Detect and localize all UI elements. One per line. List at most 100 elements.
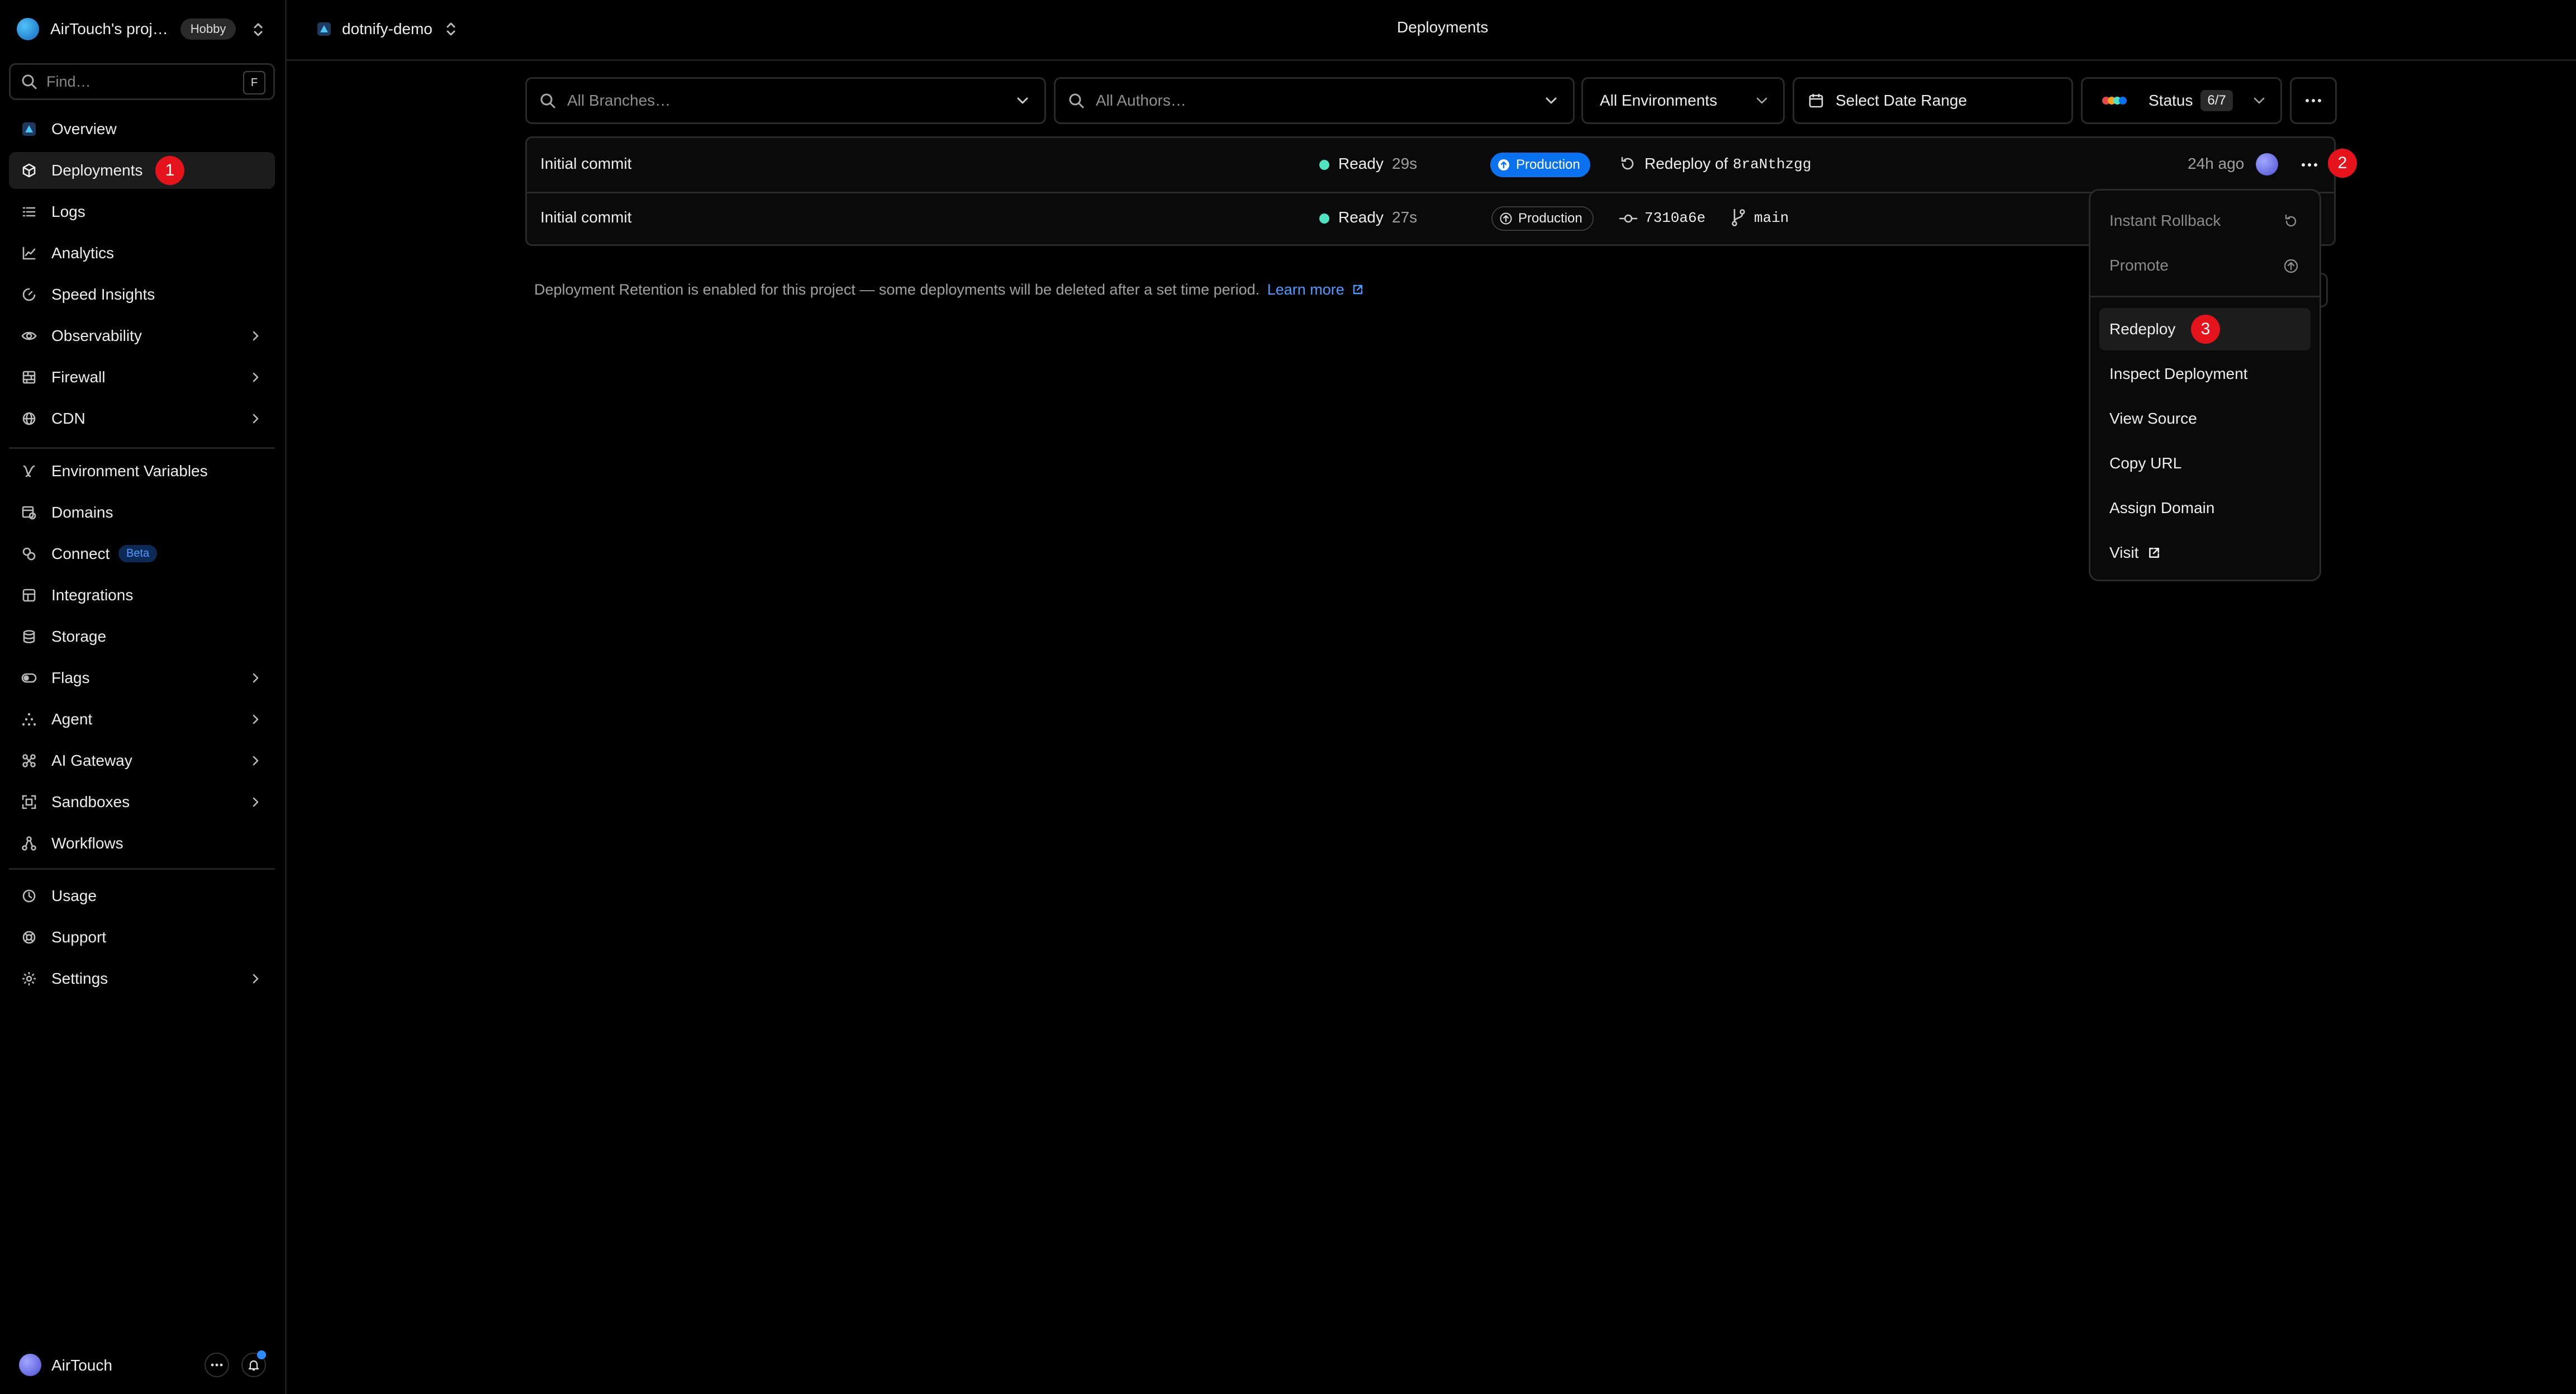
search-icon bbox=[1068, 92, 1085, 109]
menu-item-label: Instant Rollback bbox=[2109, 212, 2221, 229]
more-options-button[interactable] bbox=[205, 1353, 229, 1377]
menu-item-promote[interactable]: Promote bbox=[2099, 244, 2311, 287]
row-actions-button[interactable] bbox=[2298, 154, 2321, 176]
chevron-right-icon bbox=[249, 412, 262, 425]
sidebar-item-label: Observability bbox=[51, 327, 142, 344]
sidebar-item-label: Logs bbox=[51, 203, 85, 220]
sidebar-item-workflows[interactable]: Workflows bbox=[9, 825, 275, 862]
menu-item-visit[interactable]: Visit bbox=[2099, 532, 2311, 574]
status-ready-dot bbox=[1319, 160, 1329, 170]
search-icon bbox=[21, 73, 37, 90]
project-switcher[interactable]: dotnify-demo bbox=[316, 15, 458, 44]
notification-dot bbox=[257, 1350, 266, 1359]
sidebar-item-settings[interactable]: Settings bbox=[9, 960, 275, 997]
build-duration: 29s bbox=[1392, 155, 1418, 172]
search-placeholder: Find… bbox=[46, 73, 91, 90]
sidebar-item-label: Deployments bbox=[51, 162, 143, 179]
sidebar-item-overview[interactable]: Overview bbox=[9, 111, 275, 148]
sidebar-item-speed-insights[interactable]: Speed Insights bbox=[9, 276, 275, 313]
search-input[interactable]: Find… F bbox=[9, 63, 275, 100]
date-range-picker[interactable]: Select Date Range bbox=[1793, 77, 2073, 124]
menu-item-view-source[interactable]: View Source bbox=[2099, 397, 2311, 440]
sidebar-item-agent[interactable]: Agent bbox=[9, 701, 275, 738]
workflow-icon bbox=[21, 836, 37, 851]
search-shortcut: F bbox=[243, 71, 265, 94]
domain-icon bbox=[21, 505, 37, 520]
sidebar-item-environment-variables[interactable]: Environment Variables bbox=[9, 453, 275, 490]
sidebar-item-label: Speed Insights bbox=[51, 286, 155, 303]
notifications-button[interactable] bbox=[241, 1350, 266, 1377]
menu-item-redeploy[interactable]: Redeploy 3 bbox=[2099, 308, 2311, 350]
source-deployment-id[interactable]: 8raNthzgg bbox=[1733, 156, 1811, 173]
chevron-down-icon bbox=[1015, 95, 1030, 106]
toggle-icon bbox=[21, 670, 37, 686]
sidebar-item-label: Firewall bbox=[51, 368, 106, 386]
menu-item-inspect-deployment[interactable]: Inspect Deployment bbox=[2099, 353, 2311, 395]
status-colors-icon bbox=[2100, 95, 2130, 106]
step-marker: 2 bbox=[2328, 149, 2357, 178]
sidebar-item-ai-gateway[interactable]: AI Gateway bbox=[9, 742, 275, 779]
sidebar-item-analytics[interactable]: Analytics bbox=[9, 235, 275, 272]
menu-item-copy-url[interactable]: Copy URL bbox=[2099, 442, 2311, 485]
sidebar-item-sandboxes[interactable]: Sandboxes bbox=[9, 784, 275, 821]
sidebar-item-flags[interactable]: Flags bbox=[9, 660, 275, 696]
chevron-right-icon bbox=[249, 672, 262, 684]
step-marker: 3 bbox=[2191, 315, 2220, 344]
sidebar-item-logs[interactable]: Logs bbox=[9, 193, 275, 230]
sidebar-item-label: Support bbox=[51, 928, 107, 946]
menu-item-label: View Source bbox=[2109, 410, 2197, 427]
menu-item-label: Copy URL bbox=[2109, 454, 2182, 472]
environments-filter[interactable]: All Environments bbox=[1581, 77, 1785, 124]
sidebar-item-integrations[interactable]: Integrations bbox=[9, 577, 275, 614]
menu-item-label: Assign Domain bbox=[2109, 499, 2215, 516]
table-row[interactable]: Initial commit Ready 27s Production 7310… bbox=[527, 193, 2334, 246]
chevron-right-icon bbox=[249, 713, 262, 726]
sidebar-item-connect[interactable]: Connect Beta bbox=[9, 535, 275, 572]
chevron-right-icon bbox=[249, 371, 262, 383]
sidebar-item-label: Storage bbox=[51, 628, 107, 645]
chevron-right-icon bbox=[249, 973, 262, 985]
sidebar-item-storage[interactable]: Storage bbox=[9, 618, 275, 655]
status-count: 6/7 bbox=[2200, 90, 2233, 111]
commit-message: Initial commit bbox=[540, 208, 632, 226]
gear-icon bbox=[21, 971, 37, 987]
beta-badge: Beta bbox=[118, 545, 158, 562]
menu-item-label: Promote bbox=[2109, 257, 2169, 274]
sidebar-item-observability[interactable]: Observability bbox=[9, 317, 275, 354]
list-icon bbox=[21, 204, 37, 220]
sidebar-item-support[interactable]: Support bbox=[9, 919, 275, 956]
menu-item-assign-domain[interactable]: Assign Domain bbox=[2099, 487, 2311, 529]
sandbox-icon bbox=[21, 794, 37, 810]
menu-item-label: Visit bbox=[2109, 544, 2139, 561]
production-icon bbox=[1499, 212, 1513, 225]
sidebar-item-label: Environment Variables bbox=[51, 462, 208, 480]
sidebar-item-label: AI Gateway bbox=[51, 752, 132, 769]
user-name: AirTouch bbox=[51, 1357, 112, 1374]
team-switcher[interactable]: AirTouch's proj… Hobby bbox=[17, 15, 274, 44]
rollback-icon bbox=[2283, 213, 2299, 230]
branches-filter[interactable]: All Branches… bbox=[525, 77, 1046, 124]
status-label: Status bbox=[2149, 92, 2193, 109]
branch-name[interactable]: main bbox=[1754, 210, 1789, 226]
more-filters-button[interactable] bbox=[2290, 77, 2337, 124]
sidebar-item-label: Workflows bbox=[51, 834, 123, 852]
menu-item-instant-rollback[interactable]: Instant Rollback bbox=[2099, 200, 2311, 242]
globe-icon bbox=[21, 411, 37, 426]
sidebar-item-domains[interactable]: Domains bbox=[9, 494, 275, 531]
sidebar-item-deployments[interactable]: Deployments 1 bbox=[9, 152, 275, 189]
sidebar-item-label: Domains bbox=[51, 504, 113, 521]
sidebar-item-usage[interactable]: Usage bbox=[9, 878, 275, 914]
redeploy-icon bbox=[1619, 155, 1637, 173]
commit-sha[interactable]: 7310a6e bbox=[1645, 210, 1705, 226]
sidebar-item-firewall[interactable]: Firewall bbox=[9, 359, 275, 396]
table-row[interactable]: Initial commit Ready 29s Production Rede… bbox=[527, 138, 2334, 193]
sidebar-item-label: Agent bbox=[51, 710, 93, 728]
status-filter[interactable]: Status 6/7 bbox=[2081, 77, 2282, 124]
authors-filter[interactable]: All Authors… bbox=[1054, 77, 1575, 124]
sidebar-item-cdn[interactable]: CDN bbox=[9, 400, 275, 437]
retention-text: Deployment Retention is enabled for this… bbox=[534, 281, 1260, 298]
sidebar-divider bbox=[9, 868, 275, 870]
menu-divider bbox=[2090, 296, 2320, 297]
production-icon bbox=[1497, 158, 1510, 172]
learn-more-link[interactable]: Learn more bbox=[1267, 281, 1365, 298]
